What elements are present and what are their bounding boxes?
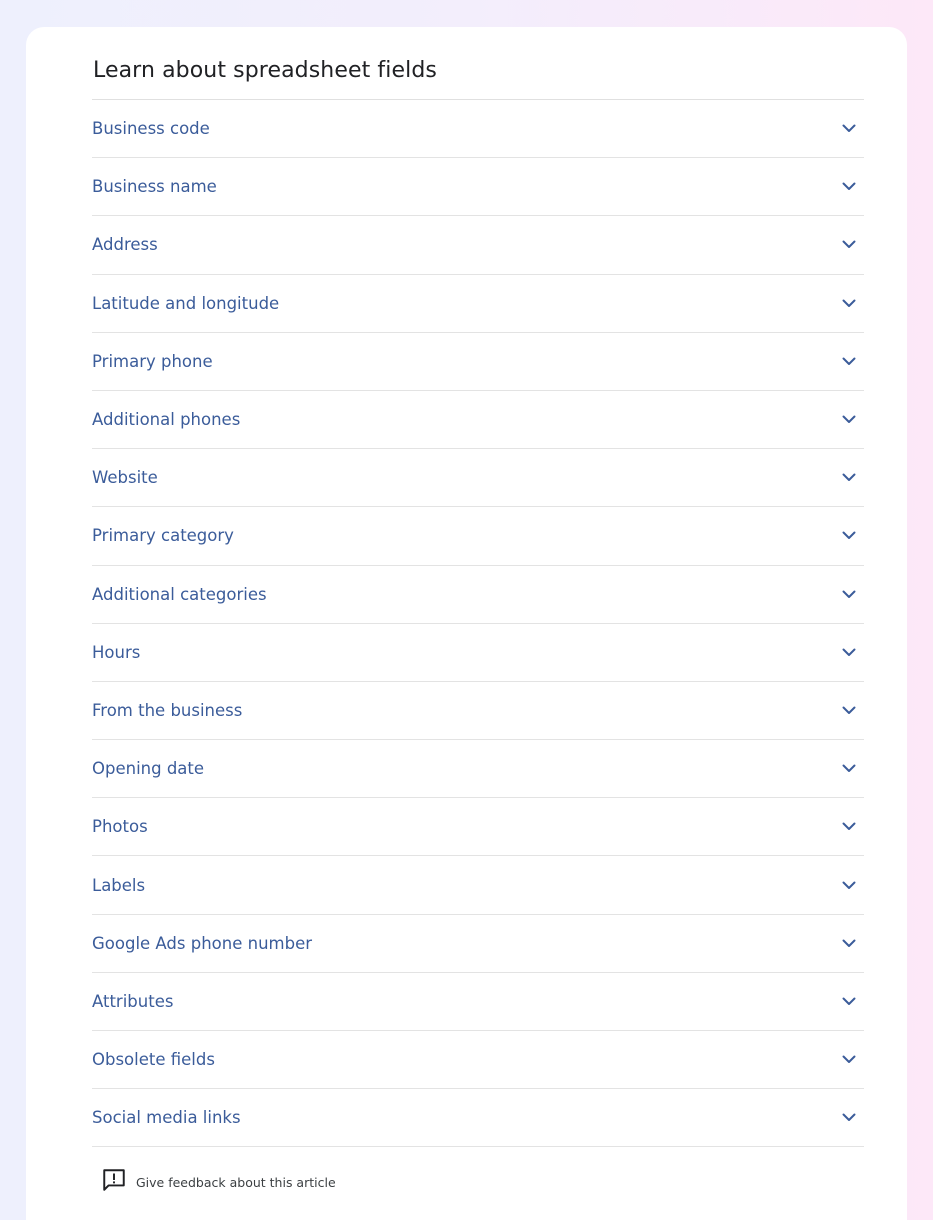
chevron-down-icon[interactable] xyxy=(842,822,856,832)
accordion-item-label: Google Ads phone number xyxy=(92,933,313,953)
accordion-item[interactable]: Social media links xyxy=(92,1089,864,1148)
accordion-item-label: Additional categories xyxy=(92,584,267,604)
accordion-item-label: Latitude and longitude xyxy=(92,293,280,313)
chevron-down-icon[interactable] xyxy=(842,938,856,948)
accordion-item[interactable]: Website xyxy=(92,449,864,508)
accordion-item-label: Business code xyxy=(92,119,210,139)
chevron-down-icon[interactable] xyxy=(842,996,856,1006)
accordion-item-label: Primary category xyxy=(92,526,234,546)
accordion-item[interactable]: Google Ads phone number xyxy=(92,915,864,973)
page-title: Learn about spreadsheet fields xyxy=(93,58,437,83)
accordion-item[interactable]: Primary phone xyxy=(92,333,864,391)
accordion-item[interactable]: Attributes xyxy=(92,973,864,1031)
give-feedback-link[interactable]: Give feedback about this article xyxy=(101,1167,336,1198)
accordion-item-label: Address xyxy=(92,235,158,255)
chevron-down-icon[interactable] xyxy=(842,415,856,425)
accordion-item-label: Obsolete fields xyxy=(92,1050,215,1070)
chevron-down-icon[interactable] xyxy=(842,705,856,715)
chevron-down-icon[interactable] xyxy=(842,473,856,483)
accordion-item-label: Social media links xyxy=(92,1108,241,1128)
accordion-item-label: Labels xyxy=(92,875,146,895)
chevron-down-icon[interactable] xyxy=(842,589,856,599)
feedback-label: Give feedback about this article xyxy=(136,1175,336,1190)
chevron-down-icon[interactable] xyxy=(842,356,856,366)
accordion-item-label: Business name xyxy=(92,177,217,197)
chevron-down-icon[interactable] xyxy=(842,764,856,774)
accordion-item-label: From the business xyxy=(92,700,243,720)
accordion-item[interactable]: Opening date xyxy=(92,740,864,799)
accordion-item-label: Additional phones xyxy=(92,410,241,430)
chevron-down-icon[interactable] xyxy=(842,880,856,890)
accordion-item-label: Opening date xyxy=(92,759,205,779)
chevron-down-icon[interactable] xyxy=(842,1055,856,1065)
accordion-item[interactable]: Business name xyxy=(92,158,864,217)
accordion-item[interactable]: Photos xyxy=(92,798,864,857)
field-accordion-list: Business code Business name Address Latitud… xyxy=(92,99,864,1148)
chevron-down-icon[interactable] xyxy=(842,298,856,308)
accordion-item-label: Attributes xyxy=(92,991,174,1011)
article-card: Learn about spreadsheet fields Business … xyxy=(26,27,907,1220)
chevron-down-icon[interactable] xyxy=(842,124,856,134)
accordion-item[interactable]: Additional categories xyxy=(92,566,864,624)
accordion-item[interactable]: Business code xyxy=(92,100,864,159)
chevron-down-icon[interactable] xyxy=(842,1113,856,1123)
accordion-item[interactable]: From the business xyxy=(92,682,864,741)
accordion-item[interactable]: Primary category xyxy=(92,507,864,566)
accordion-item-label: Website xyxy=(92,468,158,488)
accordion-item-label: Primary phone xyxy=(92,351,213,371)
accordion-item[interactable]: Labels xyxy=(92,856,864,915)
accordion-item[interactable]: Obsolete fields xyxy=(92,1031,864,1090)
accordion-item[interactable]: Hours xyxy=(92,624,864,682)
chevron-down-icon[interactable] xyxy=(842,240,856,250)
chevron-down-icon[interactable] xyxy=(842,182,856,192)
chevron-down-icon[interactable] xyxy=(842,531,856,541)
accordion-item[interactable]: Latitude and longitude xyxy=(92,275,864,333)
accordion-item[interactable]: Address xyxy=(92,216,864,275)
feedback-icon xyxy=(101,1167,127,1198)
chevron-down-icon[interactable] xyxy=(842,647,856,657)
accordion-item-label: Hours xyxy=(92,642,141,662)
accordion-item[interactable]: Additional phones xyxy=(92,391,864,450)
accordion-item-label: Photos xyxy=(92,817,148,837)
